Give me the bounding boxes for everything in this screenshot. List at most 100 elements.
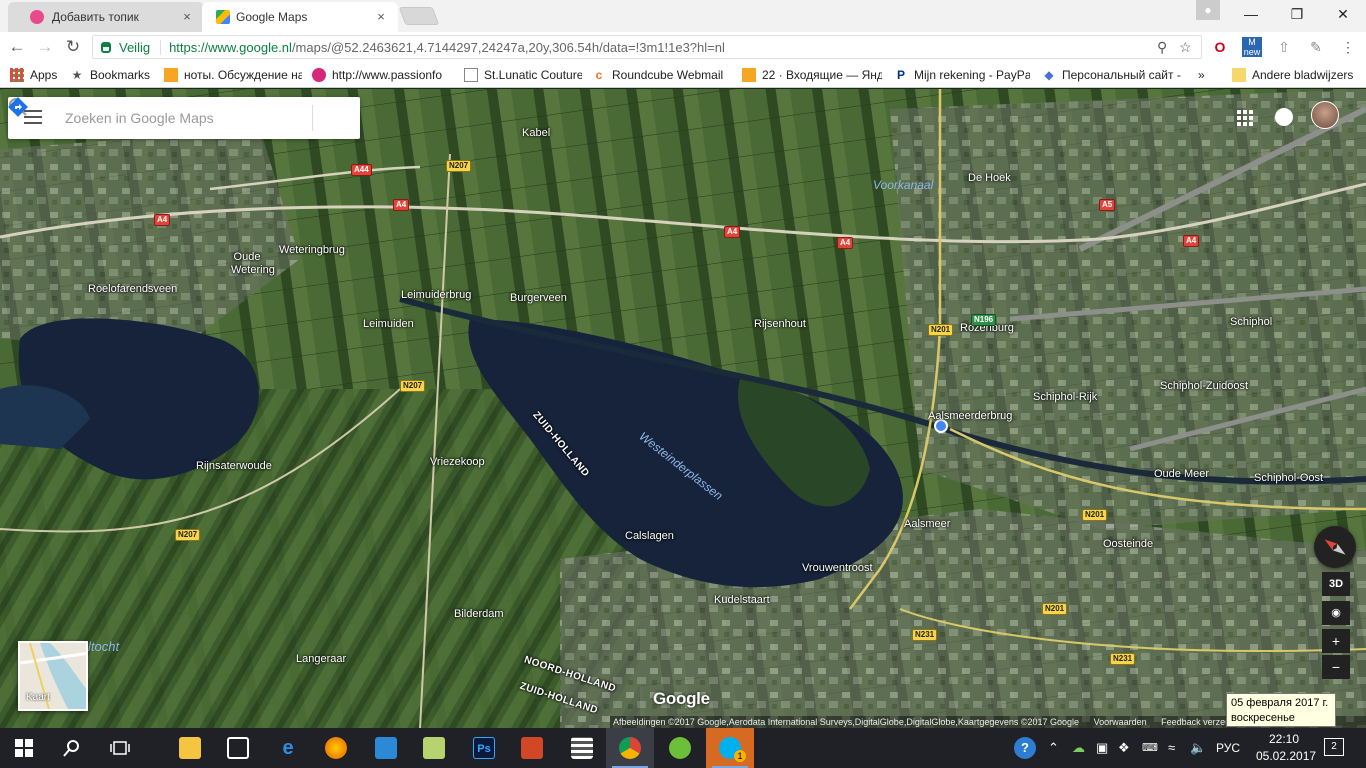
satellite-map[interactable]: Kabel De Hoek Voorkanaal Weteringbrug Ou… — [0, 89, 1366, 729]
puzzle-extension-icon[interactable]: ✎ — [1306, 37, 1326, 57]
tab-google-maps[interactable]: Google Maps × — [202, 2, 398, 32]
bookmark-star-icon[interactable]: ☆ — [1179, 39, 1192, 56]
road-shield: A4 — [393, 199, 410, 211]
system-clock[interactable]: 22:10 05.02.2017 — [1256, 731, 1317, 765]
google-logo: Google — [653, 689, 710, 708]
zoom-in-button[interactable]: + — [1322, 629, 1350, 653]
road-shield: N196 — [971, 314, 997, 326]
map-layer-switcher[interactable]: Kaart — [18, 641, 88, 711]
maximize-button[interactable]: ❐ — [1274, 0, 1320, 28]
upload-extension-icon[interactable]: ⇧ — [1274, 37, 1294, 57]
place-label: Rijnsaterwoude — [196, 460, 272, 472]
opera-extension-icon[interactable]: O — [1210, 37, 1230, 57]
bookmarks-bar: Apps ★ Bookmarks ноты. Обсуждение на http… — [0, 62, 1366, 88]
bookmark-passion[interactable]: http://www.passionfo — [312, 67, 454, 83]
tilt-3d-button[interactable]: 3D — [1322, 572, 1350, 596]
bookmark-lunatic[interactable]: St.Lunatic Couture — [464, 67, 582, 83]
zoom-search-icon[interactable]: ⚲ — [1157, 39, 1167, 56]
action-center-icon[interactable]: 2 — [1324, 738, 1344, 756]
place-label: Burgerveen — [510, 292, 567, 304]
edge-button[interactable]: e — [264, 728, 312, 768]
profile-icon[interactable]: ● — [1196, 0, 1220, 20]
clock-date: 05.02.2017 — [1256, 749, 1317, 763]
bookmarks-overflow-button[interactable]: » — [1198, 67, 1212, 83]
bookmark-personal-site[interactable]: ◆ Персональный сайт - — [1042, 67, 1182, 83]
calculator-button[interactable] — [558, 728, 606, 768]
reload-icon[interactable]: ↻ — [62, 36, 84, 58]
tab-forum[interactable]: Добавить топик × — [8, 2, 204, 32]
address-bar[interactable]: Veilig https://www.google.nl /maps/@52.2… — [92, 35, 1202, 59]
sync-icon[interactable]: ☁ — [1072, 740, 1085, 756]
tooltip-weekday: воскресенье — [1231, 712, 1295, 724]
maps-favicon-icon — [216, 10, 230, 24]
help-icon[interactable]: ? — [1014, 737, 1036, 759]
search-icon — [63, 740, 79, 757]
skype-button[interactable]: 1 — [706, 728, 754, 768]
language-indicator[interactable]: РУС — [1216, 740, 1240, 756]
utorrent-button[interactable] — [656, 728, 704, 768]
search-divider — [312, 105, 313, 131]
mail-icon — [742, 68, 756, 82]
bookmark-label: Roundcube Webmail — [612, 68, 724, 82]
file-explorer-button[interactable] — [166, 728, 214, 768]
dropbox-icon[interactable]: ❖ — [1118, 740, 1130, 756]
directions-icon[interactable] — [8, 97, 28, 117]
close-tab-icon[interactable]: × — [180, 10, 194, 24]
show-hidden-icons-icon[interactable]: ⌃ — [1048, 740, 1059, 756]
bookmark-apps[interactable]: Apps — [10, 67, 62, 83]
bookmark-label: Mijn rekening - PayPa — [914, 68, 1030, 82]
firefox-button[interactable] — [312, 728, 360, 768]
new-tab-button[interactable] — [398, 7, 440, 25]
task-view-button[interactable] — [96, 728, 144, 768]
keyboard-icon[interactable]: ⌨ — [1142, 740, 1158, 756]
close-tab-icon[interactable]: × — [374, 10, 388, 24]
minimize-button[interactable]: — — [1228, 0, 1274, 28]
back-arrow-icon[interactable]: ← — [6, 36, 28, 58]
terms-link[interactable]: Voorwaarden — [1094, 717, 1147, 727]
my-location-icon[interactable]: ◉ — [1322, 601, 1350, 625]
forward-arrow-icon[interactable]: → — [34, 36, 56, 58]
volume-icon[interactable]: 🔈 — [1190, 740, 1206, 756]
network-icon[interactable]: ≈ — [1168, 740, 1175, 756]
bookmark-yandex-mail[interactable]: 22 · Входящие — Янд — [742, 67, 882, 83]
start-button[interactable] — [0, 728, 48, 768]
forum-favicon-icon — [30, 10, 44, 24]
bookmark-label: Bookmarks — [90, 68, 151, 82]
bookmark-label: Персональный сайт - — [1062, 68, 1181, 82]
attribution-text: Afbeeldingen ©2017 Google,Aerodata Inter… — [613, 717, 1080, 727]
device-icon[interactable]: ▣ — [1096, 740, 1108, 756]
mail-extension-icon[interactable]: Mnew — [1242, 37, 1262, 57]
close-window-button[interactable]: ✕ — [1320, 0, 1366, 28]
road-shield: N201 — [928, 324, 954, 336]
tab-strip: Добавить топик × Google Maps × ● — ❐ ✕ — [0, 0, 1366, 32]
compass-icon[interactable] — [1314, 526, 1356, 568]
store-button[interactable] — [214, 728, 262, 768]
account-avatar[interactable] — [1311, 101, 1339, 129]
menu-kebab-icon[interactable]: ⋮ — [1338, 37, 1358, 57]
sticky-notes-button[interactable] — [410, 728, 458, 768]
zoom-out-button[interactable]: − — [1322, 655, 1350, 679]
task-view-icon — [110, 741, 130, 755]
road-shield: N207 — [400, 380, 426, 392]
place-label: De Hoek — [968, 172, 1011, 184]
firefox-icon — [325, 737, 347, 759]
bookmark-notes[interactable]: ноты. Обсуждение на — [164, 67, 302, 83]
search-input[interactable]: Zoeken in Google Maps — [65, 110, 214, 126]
road-shield: A4 — [724, 226, 741, 238]
sticky-notes-icon — [423, 737, 445, 759]
url-host: https://www.google.nl — [169, 39, 292, 55]
calculator-icon — [571, 737, 593, 759]
bookmark-bookmarks[interactable]: ★ Bookmarks — [70, 67, 154, 83]
road-shield: N231 — [1110, 653, 1136, 665]
bookmark-paypal[interactable]: P Mijn rekening - PayPa — [894, 67, 1030, 83]
control-panel-button[interactable] — [362, 728, 410, 768]
photoshop-button[interactable]: Ps — [460, 728, 508, 768]
paypal-icon: P — [896, 68, 905, 82]
google-apps-icon[interactable] — [1237, 110, 1253, 126]
notifications-bell-icon[interactable] — [1275, 108, 1293, 126]
taskbar-search-button[interactable] — [48, 728, 96, 768]
other-bookmarks-folder[interactable]: Andere bladwijzers — [1232, 67, 1362, 83]
powerpoint-button[interactable] — [508, 728, 556, 768]
bookmark-roundcube[interactable]: c Roundcube Webmail — [592, 67, 728, 83]
chrome-button[interactable] — [606, 728, 654, 768]
